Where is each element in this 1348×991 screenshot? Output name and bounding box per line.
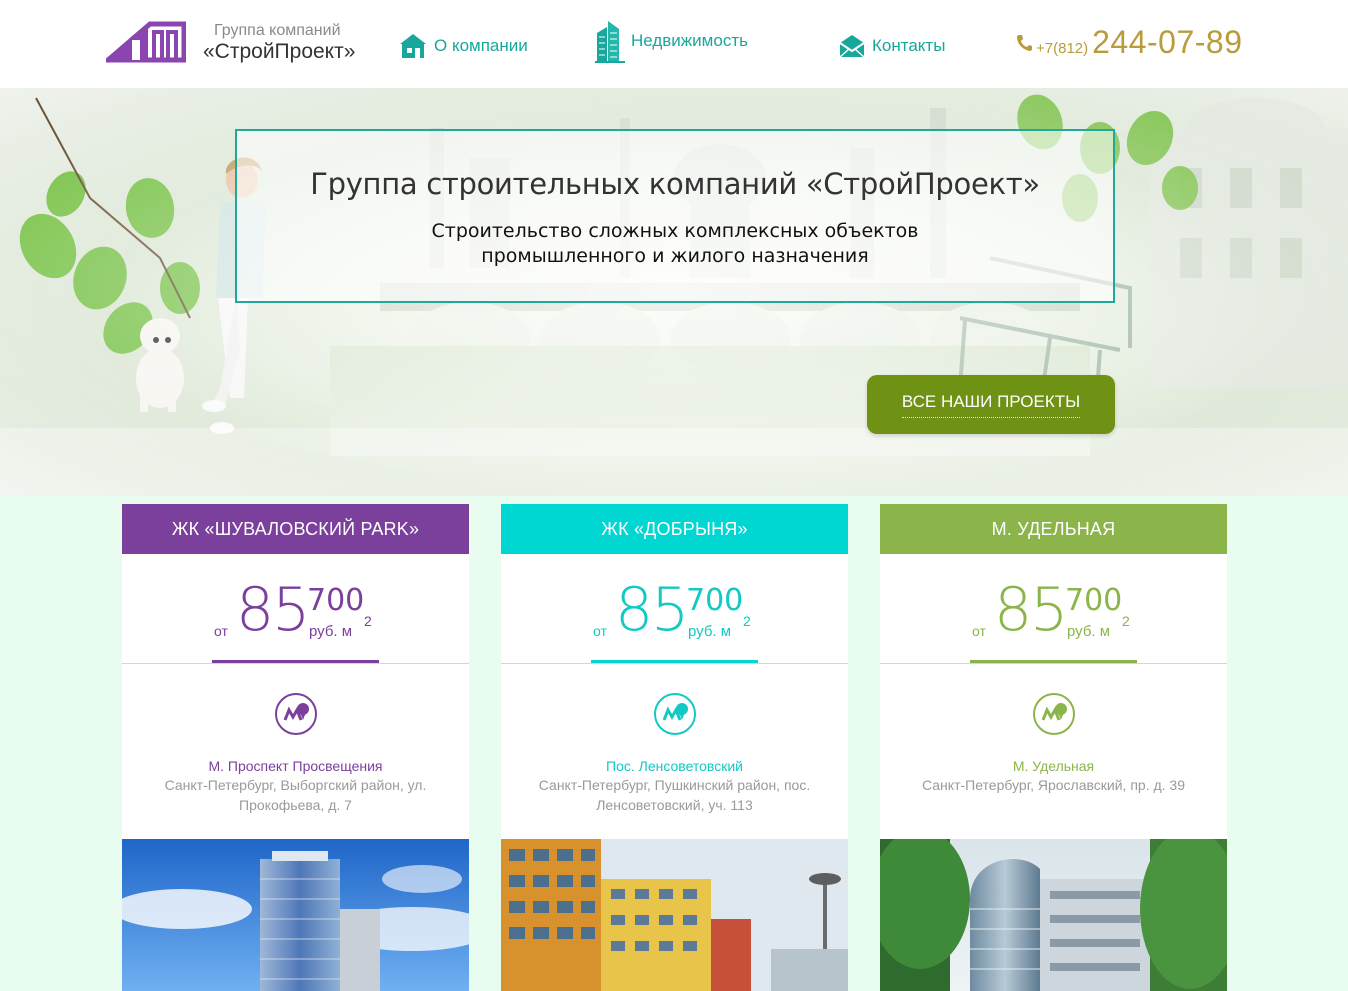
metro-pin-icon: [122, 692, 469, 736]
price-unit-sup: 2: [743, 613, 751, 629]
project-card-udelnaya[interactable]: М. УДЕЛЬНАЯ от 85 700 руб. м 2 М. Удельн…: [880, 504, 1227, 991]
price-block: от 85 700 руб. м 2: [122, 554, 469, 663]
price-from: от: [214, 623, 228, 639]
logo-subtitle: Группа компаний: [214, 22, 341, 39]
project-photo: [122, 839, 469, 991]
price-from: от: [593, 623, 607, 639]
nav-realty-label: Недвижимость: [631, 31, 748, 50]
price-block: от 85 700 руб. м 2: [880, 554, 1227, 663]
project-address: Санкт-Петербург, Ярославский, пр. д. 39: [922, 777, 1185, 793]
all-projects-button[interactable]: ВСЕ НАШИ ПРОЕКТЫ: [867, 375, 1115, 434]
price-main: 85: [615, 575, 689, 645]
project-card-title: М. УДЕЛЬНАЯ: [880, 504, 1227, 554]
hero-subtitle-line-2: промышленного и жилого назначения: [481, 245, 869, 267]
price-main: 85: [236, 575, 310, 645]
metro-station: М. Проспект Просвещения: [208, 758, 383, 774]
project-card-title: ЖК «ШУВАЛОВСКИЙ PARK»: [122, 504, 469, 554]
project-photo: [501, 839, 848, 991]
logo-title: «СтройПроект»: [203, 40, 356, 63]
price-main: 85: [994, 575, 1068, 645]
nav-contacts-label: Контакты: [872, 36, 946, 55]
price-unit: руб. м: [688, 623, 732, 640]
hero-text-box: Группа строительных компаний «СтройПроек…: [235, 129, 1115, 303]
hero-banner: Группа строительных компаний «СтройПроек…: [0, 88, 1348, 496]
phone-number: 244-07-89: [1092, 24, 1243, 60]
price-unit-sup: 2: [364, 613, 372, 629]
envelope-icon: [839, 35, 865, 58]
hero-subtitle-line-1: Строительство сложных комплексных объект…: [431, 220, 919, 242]
metro-pin-icon: [501, 692, 848, 736]
price-unit: руб. м: [309, 623, 353, 640]
phone-prefix: +7(812): [1036, 40, 1089, 57]
logo-icon: [106, 21, 186, 63]
nav-contacts[interactable]: Контакты: [838, 30, 945, 62]
projects-section: ЖК «ШУВАЛОВСКИЙ PARK» от 85 700 руб. м 2…: [0, 496, 1348, 991]
project-address: Санкт-Петербург, Выборгский район, ул. П…: [164, 777, 427, 813]
project-card-shuvalovsky[interactable]: ЖК «ШУВАЛОВСКИЙ PARK» от 85 700 руб. м 2…: [122, 504, 469, 991]
metro-pin-icon: [880, 692, 1227, 736]
metro-station: Пос. Ленсоветовский: [606, 758, 743, 774]
phone-block[interactable]: +7(812) 244-07-89: [1016, 24, 1243, 61]
project-card-title: ЖК «ДОБРЫНЯ»: [501, 504, 848, 554]
nav-about[interactable]: О компании: [398, 30, 528, 62]
skyscraper-icon: [595, 21, 625, 63]
site-header: Группа компаний «СтройПроект» О компании…: [0, 0, 1348, 88]
price-thousands: 700: [686, 583, 744, 618]
logo[interactable]: Группа компаний «СтройПроект»: [106, 20, 356, 70]
nav-about-label: О компании: [434, 36, 528, 55]
price-underline: [591, 660, 758, 663]
price-unit-sup: 2: [1122, 613, 1130, 629]
divider: [501, 663, 848, 664]
metro-station: М. Удельная: [1012, 758, 1095, 774]
price-thousands: 700: [1065, 583, 1123, 618]
house-icon: [400, 34, 426, 58]
price-thousands: 700: [307, 583, 365, 618]
phone-icon: [1017, 34, 1032, 51]
divider: [880, 663, 1227, 664]
hero-title: Группа строительных компаний «СтройПроек…: [310, 167, 1040, 201]
project-address: Санкт-Петербург, Пушкинский район, пос. …: [538, 777, 811, 813]
price-unit: руб. м: [1067, 623, 1111, 640]
project-photo: [880, 839, 1227, 991]
project-card-dobrynya[interactable]: ЖК «ДОБРЫНЯ» от 85 700 руб. м 2 Пос. Лен…: [501, 504, 848, 991]
price-underline: [212, 660, 379, 663]
price-underline: [970, 660, 1137, 663]
nav-realty[interactable]: Недвижимость: [595, 18, 748, 64]
price-from: от: [972, 623, 986, 639]
all-projects-label: ВСЕ НАШИ ПРОЕКТЫ: [901, 392, 1081, 418]
price-block: от 85 700 руб. м 2: [501, 554, 848, 663]
divider: [122, 663, 469, 664]
